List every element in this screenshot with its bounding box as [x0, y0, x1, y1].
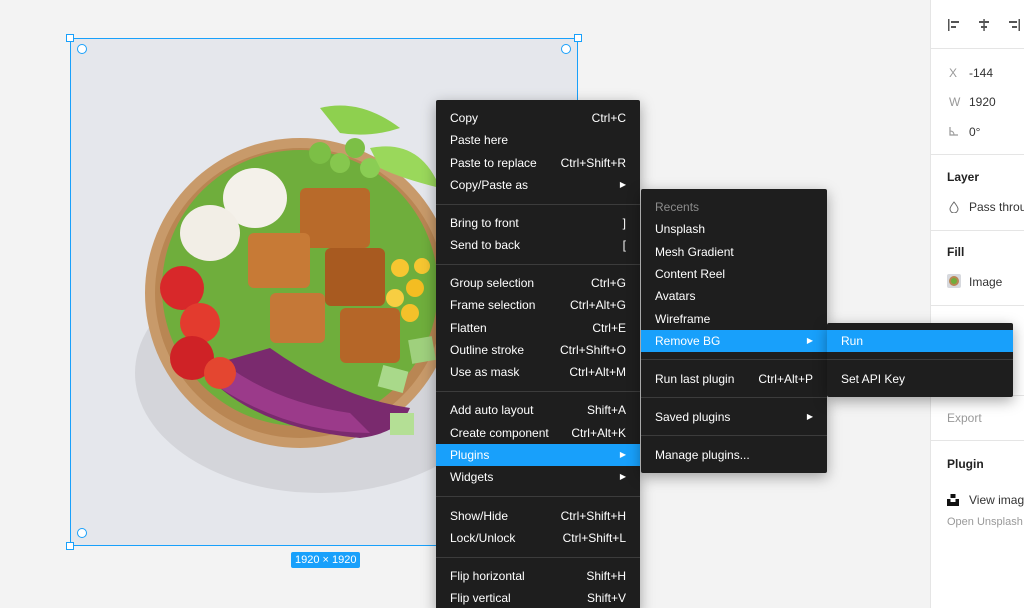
- submenu-arrow-icon: ▶: [619, 450, 626, 459]
- corner-radius-handle-top-left[interactable]: [77, 44, 87, 54]
- menu-item-paste-here[interactable]: Paste here: [436, 129, 640, 151]
- menu-item-lock-unlock[interactable]: Lock/Unlock Ctrl+Shift+L: [436, 527, 640, 549]
- plugin-item-remove-bg[interactable]: Remove BG ▶: [641, 330, 827, 352]
- resize-handle-top-left[interactable]: [66, 34, 74, 42]
- menu-item-set-api-key[interactable]: Set API Key: [827, 368, 1013, 390]
- submenu-arrow-icon: ▶: [806, 412, 813, 421]
- context-menu: Copy Ctrl+C Paste here Paste to replace Ct…: [436, 100, 640, 608]
- menu-item-widgets[interactable]: Widgets ▶: [436, 466, 640, 488]
- plugin-section-title: Plugin: [947, 457, 984, 471]
- menu-item-paste-to-replace[interactable]: Paste to replace Ctrl+Shift+R: [436, 152, 640, 174]
- menu-item-flip-vertical[interactable]: Flip vertical Shift+V: [436, 587, 640, 608]
- menu-item-manage-plugins[interactable]: Manage plugins...: [641, 444, 827, 466]
- submenu-arrow-icon: ▶: [619, 180, 626, 189]
- menu-item-run[interactable]: Run: [827, 330, 1013, 352]
- resize-handle-top-right[interactable]: [574, 34, 582, 42]
- fill-type[interactable]: Image: [969, 275, 1002, 289]
- align-center-icon[interactable]: [977, 18, 991, 32]
- menu-item-copy-paste-as[interactable]: Copy/Paste as ▶: [436, 174, 640, 196]
- export-section-title[interactable]: Export: [947, 411, 982, 425]
- x-label: X: [949, 66, 958, 80]
- menu-item-bring-to-front[interactable]: Bring to front]: [436, 212, 640, 234]
- corner-radius-handle-top-right[interactable]: [561, 44, 571, 54]
- plugins-submenu: Recents Unsplash Mesh Gradient Content R…: [641, 189, 827, 473]
- menu-item-show-hide[interactable]: Show/Hide Ctrl+Shift+H: [436, 505, 640, 527]
- plugins-recents-header: Recents: [655, 200, 700, 214]
- x-input[interactable]: -144: [969, 66, 993, 80]
- w-input[interactable]: 1920: [969, 95, 996, 109]
- w-label: W: [949, 95, 961, 109]
- properties-panel: X -144 W 1920 0° Layer Pass throu Fill I…: [930, 0, 1024, 608]
- align-left-icon[interactable]: [947, 18, 961, 32]
- image-fill-thumbnail-icon[interactable]: [947, 274, 961, 288]
- plugin-view-image-link[interactable]: View imag: [969, 493, 1024, 507]
- menu-item-outline-stroke[interactable]: Outline stroke Ctrl+Shift+O: [436, 339, 640, 361]
- menu-item-send-to-back[interactable]: Send to back[: [436, 234, 640, 256]
- plugin-item-wireframe[interactable]: Wireframe: [641, 308, 827, 330]
- menu-item-add-auto-layout[interactable]: Add auto layout Shift+A: [436, 399, 640, 421]
- remove-bg-submenu: Run Set API Key: [827, 323, 1013, 397]
- submenu-arrow-icon: ▶: [619, 472, 626, 481]
- menu-item-run-last-plugin[interactable]: Run last plugin Ctrl+Alt+P: [641, 368, 827, 390]
- corner-radius-handle-bottom-left[interactable]: [77, 528, 87, 538]
- resize-handle-bottom-left[interactable]: [66, 542, 74, 550]
- align-right-icon[interactable]: [1007, 18, 1021, 32]
- plugin-item-mesh-gradient[interactable]: Mesh Gradient: [641, 241, 827, 263]
- layer-blend-select[interactable]: Pass throu: [969, 200, 1024, 214]
- rotation-icon: [949, 127, 958, 136]
- menu-item-copy[interactable]: Copy Ctrl+C: [436, 107, 640, 129]
- menu-item-saved-plugins[interactable]: Saved plugins ▶: [641, 406, 827, 428]
- fill-section-title: Fill: [947, 245, 965, 259]
- blend-drop-icon: [949, 201, 959, 213]
- unsplash-icon: [947, 494, 959, 506]
- submenu-arrow-icon: ▶: [806, 336, 813, 345]
- menu-item-use-as-mask[interactable]: Use as mask Ctrl+Alt+M: [436, 361, 640, 383]
- size-badge: 1920 × 1920: [291, 552, 361, 568]
- layer-section-title: Layer: [947, 170, 980, 184]
- menu-item-create-component[interactable]: Create component Ctrl+Alt+K: [436, 422, 640, 444]
- menu-item-frame-selection[interactable]: Frame selection Ctrl+Alt+G: [436, 294, 640, 316]
- menu-item-group-selection[interactable]: Group selection Ctrl+G: [436, 272, 640, 294]
- rotation-input[interactable]: 0°: [969, 125, 980, 139]
- plugin-item-unsplash[interactable]: Unsplash: [641, 218, 827, 240]
- menu-item-plugins[interactable]: Plugins ▶: [436, 444, 640, 466]
- plugin-item-content-reel[interactable]: Content Reel: [641, 263, 827, 285]
- plugin-item-avatars[interactable]: Avatars: [641, 285, 827, 307]
- menu-item-flip-horizontal[interactable]: Flip horizontal Shift+H: [436, 565, 640, 587]
- menu-item-flatten[interactable]: Flatten Ctrl+E: [436, 317, 640, 339]
- plugin-open-unsplash-link[interactable]: Open Unsplash: [947, 516, 1023, 528]
